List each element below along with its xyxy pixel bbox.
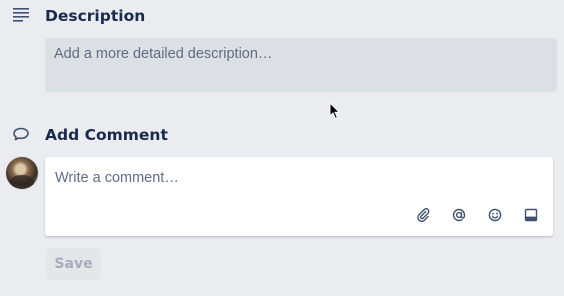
description-heading: Description [45, 7, 146, 25]
save-button[interactable]: Save [46, 248, 101, 280]
mouse-pointer-icon [329, 102, 341, 120]
description-lines-icon [13, 8, 29, 22]
add-card-button[interactable] [521, 205, 541, 225]
description-placeholder-box[interactable]: Add a more detailed description… [45, 38, 557, 92]
comment-input[interactable] [55, 167, 535, 189]
comment-composer [45, 157, 553, 236]
add-comment-heading: Add Comment [45, 126, 168, 144]
mention-button[interactable] [449, 205, 469, 225]
description-placeholder-text: Add a more detailed description… [54, 46, 273, 62]
user-avatar[interactable] [6, 157, 38, 189]
comment-bubble-icon [13, 127, 29, 141]
mention-icon [452, 208, 466, 222]
emoji-icon [488, 208, 502, 222]
emoji-button[interactable] [485, 205, 505, 225]
attachment-button[interactable] [413, 205, 433, 225]
card-icon [524, 208, 538, 222]
attachment-icon [417, 208, 430, 222]
